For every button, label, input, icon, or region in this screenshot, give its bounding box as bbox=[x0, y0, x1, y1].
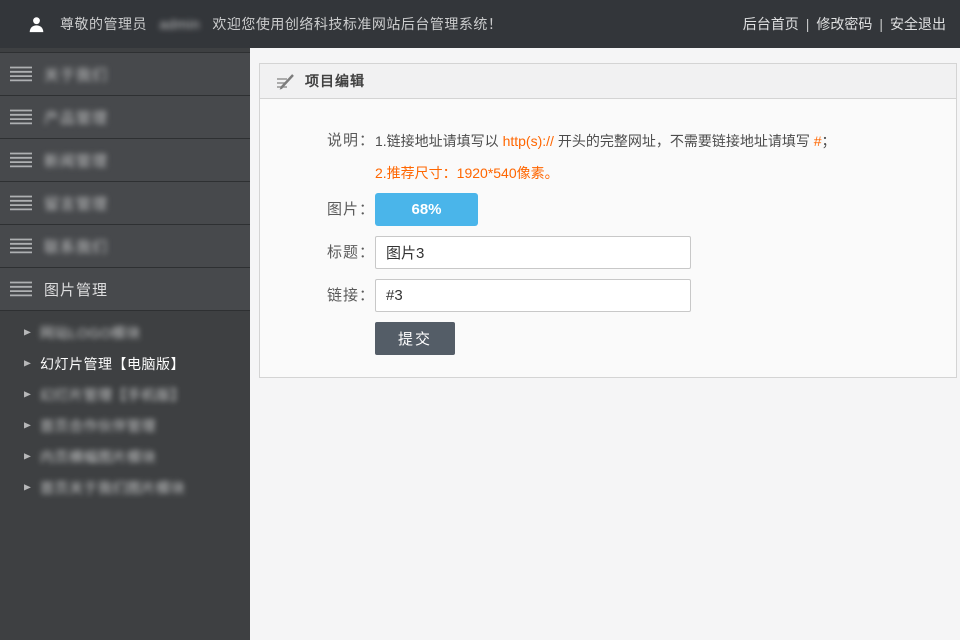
note-line-2: 2.推荐尺寸：1920*540像素。 bbox=[375, 157, 836, 189]
submenu-item-label: 首页关于我们图片模块 bbox=[40, 478, 185, 498]
link-separator: | bbox=[806, 16, 810, 32]
title-row: 标题： bbox=[260, 236, 936, 269]
image-row: 图片： 68% bbox=[260, 193, 936, 226]
submit-button[interactable]: 提交 bbox=[375, 322, 455, 355]
triangle-right-icon: ▶ bbox=[24, 421, 34, 431]
sidebar-item-messages[interactable]: 留言管理 bbox=[0, 182, 250, 225]
note-seg: 1.链接地址请填写以 bbox=[375, 133, 503, 149]
welcome-suffix: 欢迎您使用创络科技标准网站后台管理系统！ bbox=[212, 16, 502, 32]
topbar-links: 后台首页 | 修改密码 | 安全退出 bbox=[743, 14, 960, 34]
title-input[interactable] bbox=[375, 236, 691, 269]
submenu-item-banner[interactable]: ▶ 内页横幅图片模块 bbox=[0, 441, 250, 472]
panel-body: 说明： 1.链接地址请填写以 http(s):// 开头的完整网址，不需要链接地… bbox=[260, 99, 956, 377]
sidebar-item-label: 联系我们 bbox=[44, 236, 108, 257]
triangle-right-icon: ▶ bbox=[24, 452, 34, 462]
note-seg: ； bbox=[822, 133, 836, 149]
edit-pencil-icon bbox=[276, 72, 296, 90]
triangle-right-icon: ▶ bbox=[24, 359, 34, 369]
triangle-right-icon: ▶ bbox=[24, 328, 34, 338]
welcome-text: 尊敬的管理员 admin 欢迎您使用创络科技标准网站后台管理系统！ bbox=[60, 14, 502, 34]
submenu-item-label: 网站LOGO模块 bbox=[40, 323, 140, 343]
change-password-link[interactable]: 修改密码 bbox=[816, 14, 872, 34]
note-text: 1.链接地址请填写以 http(s):// 开头的完整网址，不需要链接地址请填写… bbox=[375, 125, 836, 189]
note-seg-http: http(s):// bbox=[503, 133, 554, 149]
submit-row: 提交 bbox=[260, 322, 936, 355]
sidebar-item-contact[interactable]: 联系我们 bbox=[0, 225, 250, 268]
triangle-right-icon: ▶ bbox=[24, 390, 34, 400]
menu-lines-icon bbox=[10, 109, 32, 125]
menu-lines-icon bbox=[10, 281, 32, 297]
sidebar: 关于我们 产品管理 新闻管理 留言管理 联系我们 bbox=[0, 48, 250, 640]
note-line-1: 1.链接地址请填写以 http(s):// 开头的完整网址，不需要链接地址请填写… bbox=[375, 125, 836, 157]
submenu-item-label: 幻灯片管理【电脑版】 bbox=[40, 354, 185, 374]
image-label: 图片： bbox=[260, 193, 375, 226]
submenu-item-slides-mobile[interactable]: ▶ 幻灯片管理【手机版】 bbox=[0, 379, 250, 410]
menu-lines-icon bbox=[10, 66, 32, 82]
link-row: 链接： bbox=[260, 279, 936, 312]
backend-home-link[interactable]: 后台首页 bbox=[743, 14, 799, 34]
sidebar-item-label: 产品管理 bbox=[44, 107, 108, 128]
submenu-item-label: 幻灯片管理【手机版】 bbox=[40, 385, 185, 405]
panel-title: 项目编辑 bbox=[305, 71, 365, 91]
title-label: 标题： bbox=[260, 236, 375, 269]
images-submenu: ▶ 网站LOGO模块 ▶ 幻灯片管理【电脑版】 ▶ 幻灯片管理【手机版】 ▶ 首… bbox=[0, 311, 250, 507]
panel-header: 项目编辑 bbox=[260, 64, 956, 99]
sidebar-item-images[interactable]: 图片管理 bbox=[0, 268, 250, 311]
submit-spacer bbox=[260, 322, 375, 355]
sidebar-item-products[interactable]: 产品管理 bbox=[0, 96, 250, 139]
note-row: 说明： 1.链接地址请填写以 http(s):// 开头的完整网址，不需要链接地… bbox=[260, 125, 936, 189]
submenu-item-label: 首页合作伙伴管理 bbox=[40, 416, 156, 436]
note-seg-hash: # bbox=[814, 133, 822, 149]
welcome-prefix: 尊敬的管理员 bbox=[60, 16, 147, 32]
main-content: 项目编辑 说明： 1.链接地址请填写以 http(s):// 开头的完整网址，不… bbox=[250, 48, 960, 640]
menu-lines-icon bbox=[10, 238, 32, 254]
note-label: 说明： bbox=[260, 125, 375, 189]
topbar-welcome-area: 尊敬的管理员 admin 欢迎您使用创络科技标准网站后台管理系统！ bbox=[0, 14, 502, 34]
sidebar-item-label: 留言管理 bbox=[44, 193, 108, 214]
link-separator: | bbox=[879, 16, 883, 32]
menu-lines-icon bbox=[10, 152, 32, 168]
sidebar-item-about[interactable]: 关于我们 bbox=[0, 53, 250, 96]
logout-link[interactable]: 安全退出 bbox=[890, 14, 946, 34]
submenu-item-label: 内页横幅图片模块 bbox=[40, 447, 156, 467]
admin-name-blurred: admin bbox=[159, 16, 200, 32]
submenu-item-partners[interactable]: ▶ 首页合作伙伴管理 bbox=[0, 410, 250, 441]
sidebar-item-label: 关于我们 bbox=[44, 64, 108, 85]
upload-progress-button[interactable]: 68% bbox=[375, 193, 478, 226]
submenu-item-home-about[interactable]: ▶ 首页关于我们图片模块 bbox=[0, 472, 250, 503]
user-icon bbox=[28, 16, 45, 33]
project-edit-panel: 项目编辑 说明： 1.链接地址请填写以 http(s):// 开头的完整网址，不… bbox=[259, 63, 957, 378]
sidebar-item-news[interactable]: 新闻管理 bbox=[0, 139, 250, 182]
sidebar-item-label: 新闻管理 bbox=[44, 150, 108, 171]
menu-lines-icon bbox=[10, 195, 32, 211]
submenu-item-logo[interactable]: ▶ 网站LOGO模块 bbox=[0, 317, 250, 348]
link-input[interactable] bbox=[375, 279, 691, 312]
main-menu: 关于我们 产品管理 新闻管理 留言管理 联系我们 bbox=[0, 52, 250, 311]
triangle-right-icon: ▶ bbox=[24, 483, 34, 493]
link-label: 链接： bbox=[260, 279, 375, 312]
topbar: 尊敬的管理员 admin 欢迎您使用创络科技标准网站后台管理系统！ 后台首页 |… bbox=[0, 0, 960, 48]
sidebar-item-label: 图片管理 bbox=[44, 279, 108, 300]
submenu-item-slides-pc[interactable]: ▶ 幻灯片管理【电脑版】 bbox=[0, 348, 250, 379]
note-seg: 开头的完整网址，不需要链接地址请填写 bbox=[554, 133, 814, 149]
